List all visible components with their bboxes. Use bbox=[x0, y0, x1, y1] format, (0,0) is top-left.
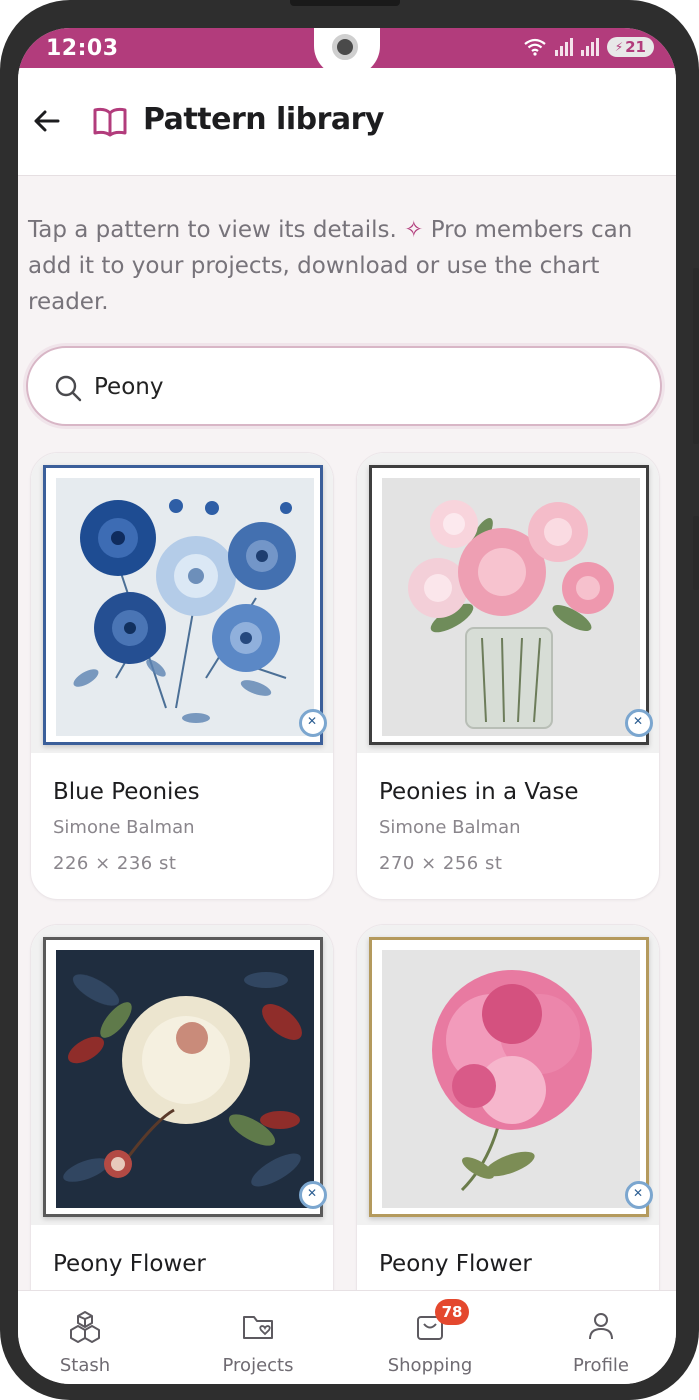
pattern-name: Blue Peonies bbox=[53, 779, 200, 805]
wifi-icon bbox=[524, 38, 546, 56]
nav-label: Profile bbox=[573, 1355, 629, 1376]
pattern-name: Peony Flower bbox=[379, 1251, 532, 1277]
award-badge-icon bbox=[299, 709, 327, 737]
pattern-card[interactable]: Peony Flower bbox=[356, 924, 660, 1344]
cubes-icon bbox=[70, 1311, 100, 1343]
signal-icon bbox=[554, 38, 573, 56]
nav-label: Shopping bbox=[387, 1355, 473, 1376]
nav-label: Stash bbox=[59, 1355, 111, 1376]
status-time: 12:03 bbox=[46, 36, 119, 61]
speaker-slot bbox=[290, 0, 400, 6]
front-camera bbox=[332, 34, 358, 60]
peony-flower-pink-artwork bbox=[382, 950, 640, 1208]
pattern-card[interactable]: Peonies in a Vase Simone Balman 270 × 25… bbox=[356, 452, 660, 900]
person-icon bbox=[589, 1313, 613, 1340]
peony-flower-dark-artwork bbox=[56, 950, 314, 1208]
award-badge-icon bbox=[625, 1181, 653, 1209]
nav-stash[interactable]: Stash bbox=[20, 1291, 150, 1384]
intro-text-part1: Tap a pattern to view its details. bbox=[28, 217, 405, 243]
pattern-card[interactable]: Peony Flower bbox=[30, 924, 334, 1344]
nav-label: Projects bbox=[222, 1355, 294, 1376]
blue-peonies-artwork bbox=[56, 478, 314, 736]
pattern-size: 226 × 236 st bbox=[53, 853, 177, 874]
search-input[interactable] bbox=[94, 366, 614, 408]
power-button bbox=[693, 516, 699, 590]
battery-indicator: ⚡ 21 bbox=[606, 37, 654, 57]
pattern-image bbox=[31, 925, 333, 1225]
battery-level: 21 bbox=[625, 38, 646, 56]
nav-profile[interactable]: Profile bbox=[536, 1291, 666, 1384]
signal-roaming-icon bbox=[580, 38, 599, 56]
pattern-name: Peonies in a Vase bbox=[379, 779, 579, 805]
award-badge-icon bbox=[299, 1181, 327, 1209]
pattern-image bbox=[31, 453, 333, 753]
status-icons: ⚡ 21 bbox=[523, 37, 654, 57]
phone-frame: 12:03 ⚡ 21 Pattern library Tap a pattern… bbox=[0, 0, 699, 1400]
award-badge-icon bbox=[625, 709, 653, 737]
pattern-name: Peony Flower bbox=[53, 1251, 206, 1277]
intro-text: Tap a pattern to view its details. ✧ Pro… bbox=[28, 212, 658, 320]
bottom-nav: Stash Projects 78 Shopping Profile bbox=[18, 1290, 676, 1384]
sparkle-icon: ✧ bbox=[404, 217, 424, 243]
search-box[interactable] bbox=[26, 346, 662, 426]
pattern-author: Simone Balman bbox=[53, 817, 195, 838]
app-header: Pattern library bbox=[18, 68, 676, 176]
search-icon bbox=[55, 375, 82, 402]
pattern-image bbox=[357, 453, 659, 753]
cart-count-badge: 78 bbox=[435, 1299, 469, 1325]
volume-button bbox=[693, 268, 699, 444]
page-title: Pattern library bbox=[143, 102, 384, 137]
book-icon bbox=[93, 107, 127, 137]
peonies-vase-artwork bbox=[382, 478, 640, 736]
pattern-image bbox=[357, 925, 659, 1225]
pattern-author: Simone Balman bbox=[379, 817, 521, 838]
nav-shopping[interactable]: 78 Shopping bbox=[365, 1291, 495, 1384]
nav-projects[interactable]: Projects bbox=[193, 1291, 323, 1384]
pattern-size: 270 × 256 st bbox=[379, 853, 503, 874]
screen: 12:03 ⚡ 21 Pattern library Tap a pattern… bbox=[18, 28, 676, 1384]
folder-heart-icon bbox=[243, 1316, 273, 1339]
arrow-left-icon[interactable] bbox=[30, 104, 64, 138]
charging-icon: ⚡ bbox=[614, 40, 624, 54]
pattern-card[interactable]: Blue Peonies Simone Balman 226 × 236 st bbox=[30, 452, 334, 900]
